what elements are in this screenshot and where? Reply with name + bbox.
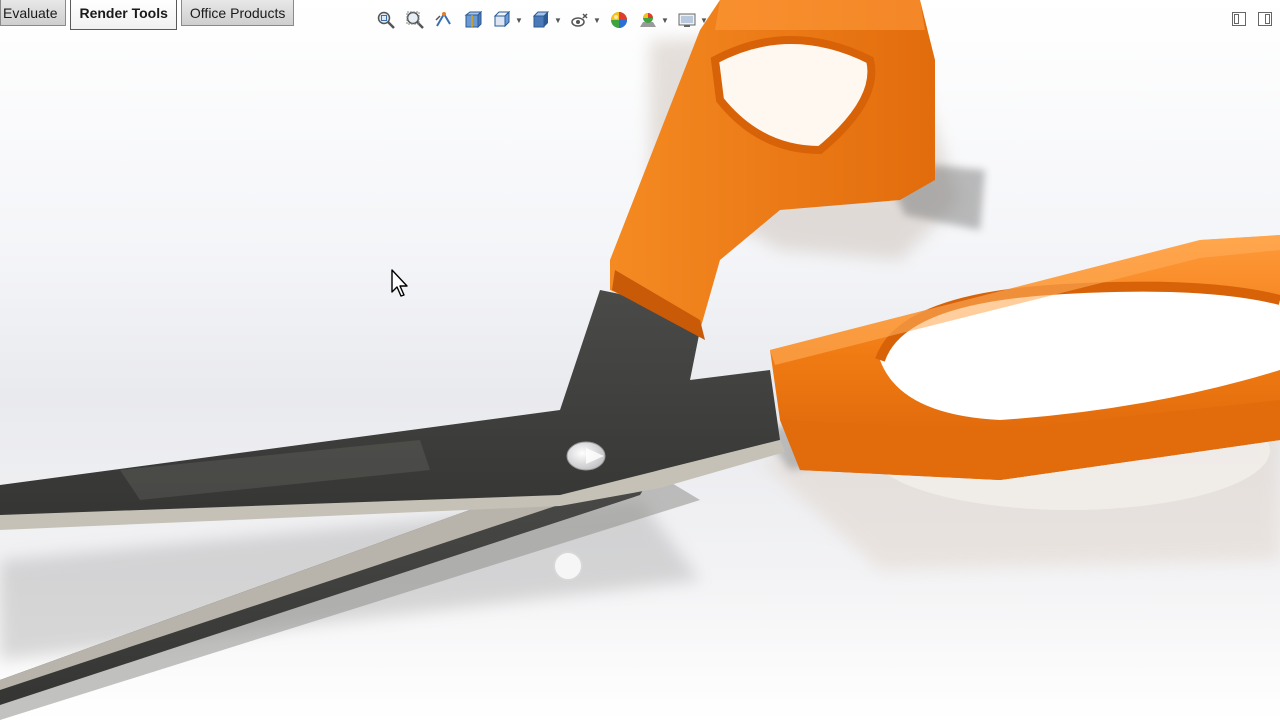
command-manager-tabs: Evaluate Render Tools Office Products bbox=[0, 0, 298, 30]
view-orientation-icon[interactable] bbox=[490, 8, 514, 32]
view-settings-dropdown[interactable]: ▼ bbox=[700, 8, 708, 32]
tab-office-products[interactable]: Office Products bbox=[180, 0, 295, 26]
tile-horizontal-icon[interactable] bbox=[1230, 10, 1248, 28]
edit-appearance-icon[interactable] bbox=[607, 8, 631, 32]
heads-up-view-toolbar: ▼ ▼ ▼ ▼ ▼ bbox=[374, 6, 714, 34]
hide-show-items-dropdown[interactable]: ▼ bbox=[593, 8, 601, 32]
previous-view-icon[interactable] bbox=[432, 8, 456, 32]
section-view-icon[interactable] bbox=[461, 8, 485, 32]
display-style-dropdown[interactable]: ▼ bbox=[554, 8, 562, 32]
view-settings-icon[interactable] bbox=[675, 8, 699, 32]
tab-evaluate[interactable]: Evaluate bbox=[0, 0, 67, 26]
view-orientation-dropdown[interactable]: ▼ bbox=[515, 8, 523, 32]
tile-vertical-icon[interactable] bbox=[1256, 10, 1274, 28]
tab-render-tools[interactable]: Render Tools bbox=[70, 0, 177, 30]
zoom-to-area-icon[interactable] bbox=[403, 8, 427, 32]
apply-scene-icon[interactable] bbox=[636, 8, 660, 32]
zoom-to-fit-icon[interactable] bbox=[374, 8, 398, 32]
hide-show-items-icon[interactable] bbox=[568, 8, 592, 32]
graphics-area[interactable]: Evaluate Render Tools Office Products ▼ … bbox=[0, 0, 1280, 720]
mouse-pointer-icon bbox=[390, 268, 410, 303]
scissors-model[interactable] bbox=[0, 0, 1280, 720]
viewport-window-controls bbox=[1222, 10, 1274, 28]
display-style-icon[interactable] bbox=[529, 8, 553, 32]
apply-scene-dropdown[interactable]: ▼ bbox=[661, 8, 669, 32]
